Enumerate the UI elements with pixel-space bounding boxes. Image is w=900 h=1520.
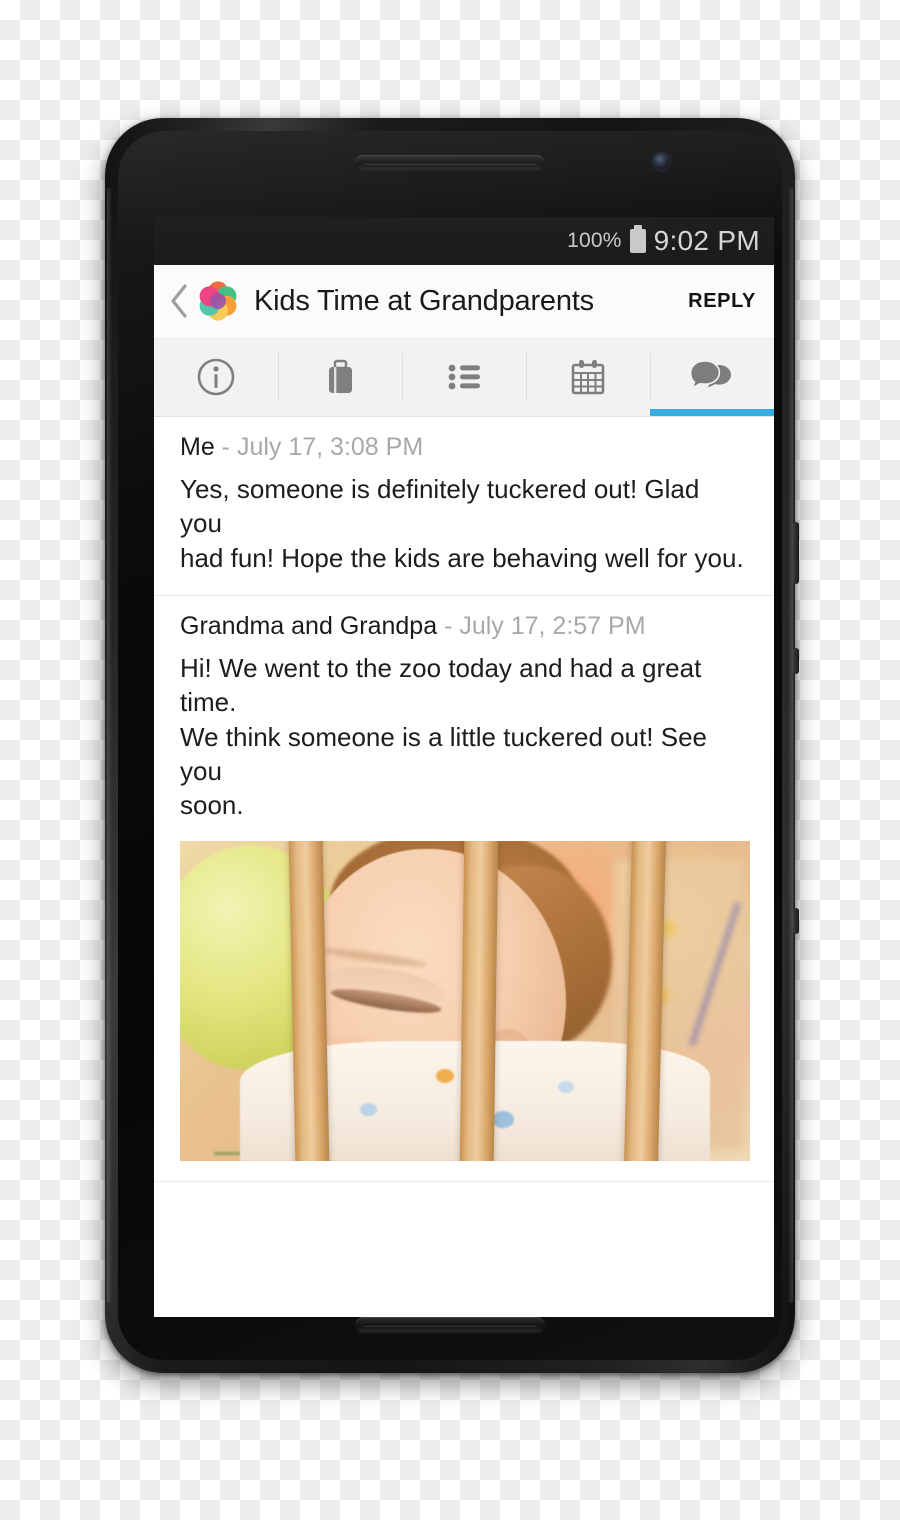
message-timestamp: July 17, 2:57 PM [459,611,646,640]
phone-screen: 100% 9:02 PM Kids Time at Grandparents R… [154,217,774,1317]
device-edge-left [107,188,112,1303]
chat-bubbles-icon [689,359,731,390]
tab-list[interactable] [402,337,526,416]
message-author: Grandma and Grandpa [180,611,438,640]
chevron-left-icon [171,284,187,318]
speaker-slit [363,162,537,165]
volume-button[interactable] [793,522,799,584]
device-front-face: 100% 9:02 PM Kids Time at Grandparents R… [118,131,782,1360]
battery-percent-label: 100% [567,229,622,252]
message-item[interactable]: Grandma and Grandpa - July 17, 2:57 PM H… [154,596,774,1182]
app-logo-flower-icon [199,281,237,321]
message-photo-wrapper [180,840,750,1161]
status-time-label: 9:02 PM [653,225,760,256]
briefcase-icon [329,359,352,393]
speaker-slit [363,1324,537,1327]
power-button[interactable] [793,648,799,674]
device-edge-right [788,188,793,1303]
tab-calendar[interactable] [526,337,650,416]
message-body: Hi! We went to the zoo today and had a g… [180,652,708,821]
reply-button[interactable]: REPLY [678,290,774,313]
side-button-lower[interactable] [793,908,799,934]
message-header: Me - July 17, 3:08 PM [180,433,748,462]
message-timestamp: July 17, 3:08 PM [236,433,424,461]
calendar-icon [571,359,605,394]
tab-bar [154,337,774,417]
message-body: Yes, someone is definitely tuckered out!… [180,474,744,573]
tab-messages[interactable] [650,337,774,416]
app-bar: Kids Time at Grandparents REPLY [154,265,774,337]
message-author: Me [180,433,215,461]
speaker-grille-top [355,155,545,172]
info-circle-icon [197,358,235,395]
message-item[interactable]: Me - July 17, 3:08 PM Yes, someone is de… [154,417,774,596]
status-bar: 100% 9:02 PM [154,217,774,265]
message-header: Grandma and Grandpa - July 17, 2:57 PM [180,612,748,641]
page-title: Kids Time at Grandparents [254,284,594,317]
battery-full-icon [629,229,646,253]
phone-device: 100% 9:02 PM Kids Time at Grandparents R… [105,118,799,1373]
message-list: Me - July 17, 3:08 PM Yes, someone is de… [154,417,774,1317]
tab-details[interactable] [154,337,278,416]
list-icon [448,364,480,389]
back-button[interactable] [162,277,196,325]
photo-crib-slat [459,840,499,1161]
message-photo-sleeping-baby[interactable] [180,840,750,1161]
message-separator: - [214,433,237,461]
tab-packing[interactable] [278,337,402,416]
front-camera-icon [653,153,670,170]
message-separator: - [437,611,460,640]
empty-scroll-area [154,1181,774,1317]
speaker-grille-bottom [355,1317,545,1334]
photo-crib-slat [288,840,330,1161]
